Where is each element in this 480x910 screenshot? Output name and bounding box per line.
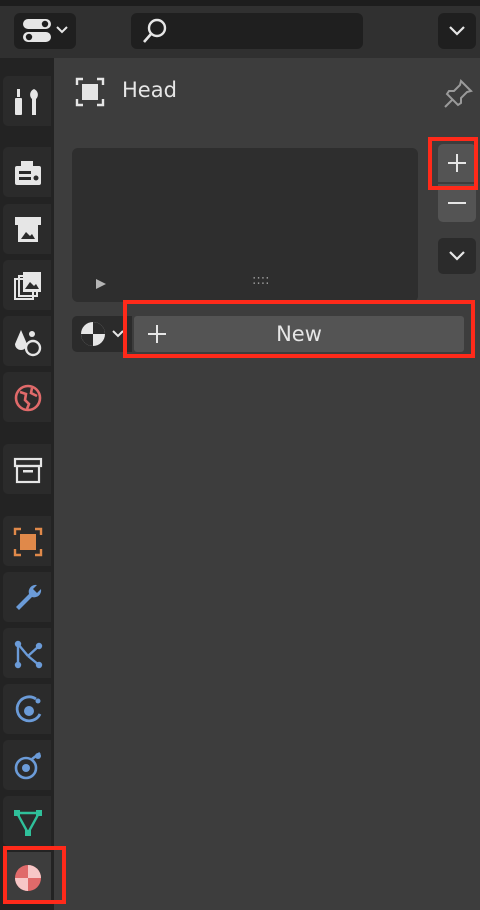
output-icon [15, 217, 41, 242]
chevron-down-icon [449, 26, 465, 36]
plus-icon [448, 154, 466, 172]
collection-icon [13, 457, 43, 484]
tab-data[interactable] [3, 796, 51, 846]
mesh-data-icon [14, 810, 42, 836]
tab-scene[interactable] [3, 316, 51, 366]
remove-material-slot-button[interactable] [438, 184, 476, 222]
editor-type-button[interactable] [14, 13, 76, 49]
tab-world[interactable] [3, 372, 51, 422]
constraints-icon [14, 751, 41, 780]
world-icon [14, 384, 42, 412]
tab-object[interactable] [3, 516, 51, 566]
physics-icon [15, 695, 42, 723]
tab-collection[interactable] [3, 444, 51, 494]
tab-constraints[interactable] [3, 740, 51, 790]
object-name: Head [122, 78, 177, 102]
scene-icon [15, 330, 42, 357]
properties-tab-sidebar [0, 58, 54, 910]
new-material-label: New [276, 322, 322, 346]
header-dropdown-button[interactable] [438, 13, 476, 49]
search-icon [143, 18, 167, 43]
material-icon [15, 865, 41, 891]
tab-output[interactable] [3, 204, 51, 254]
minus-icon [448, 202, 466, 204]
add-material-slot-button[interactable] [438, 144, 476, 182]
tab-view-layer[interactable] [3, 260, 51, 310]
wrench-icon [16, 584, 42, 610]
object-data-icon [75, 77, 105, 107]
pin-icon[interactable] [442, 78, 474, 110]
header-bar [0, 0, 480, 58]
properties-editor-icon [23, 19, 68, 42]
tab-tool[interactable] [3, 76, 51, 126]
view-layer-icon [14, 272, 41, 300]
tab-physics[interactable] [3, 684, 51, 734]
object-icon [13, 527, 43, 557]
tab-modifiers[interactable] [3, 572, 51, 622]
tab-particles[interactable] [3, 628, 51, 678]
material-slot-list[interactable]: :::: [72, 148, 418, 302]
browse-material-dropdown[interactable] [72, 316, 132, 352]
play-icon[interactable] [94, 277, 108, 291]
particles-icon [14, 640, 43, 669]
tab-material[interactable] [3, 852, 51, 902]
tab-render[interactable] [3, 147, 51, 197]
material-icon [81, 322, 124, 346]
tool-icon [15, 89, 38, 115]
chevron-down-icon [449, 251, 465, 261]
render-icon [15, 161, 41, 185]
new-material-button[interactable]: New [134, 316, 464, 352]
search-input[interactable] [131, 13, 363, 49]
list-resize-handle[interactable]: :::: [252, 273, 270, 288]
material-specials-dropdown[interactable] [438, 238, 476, 274]
